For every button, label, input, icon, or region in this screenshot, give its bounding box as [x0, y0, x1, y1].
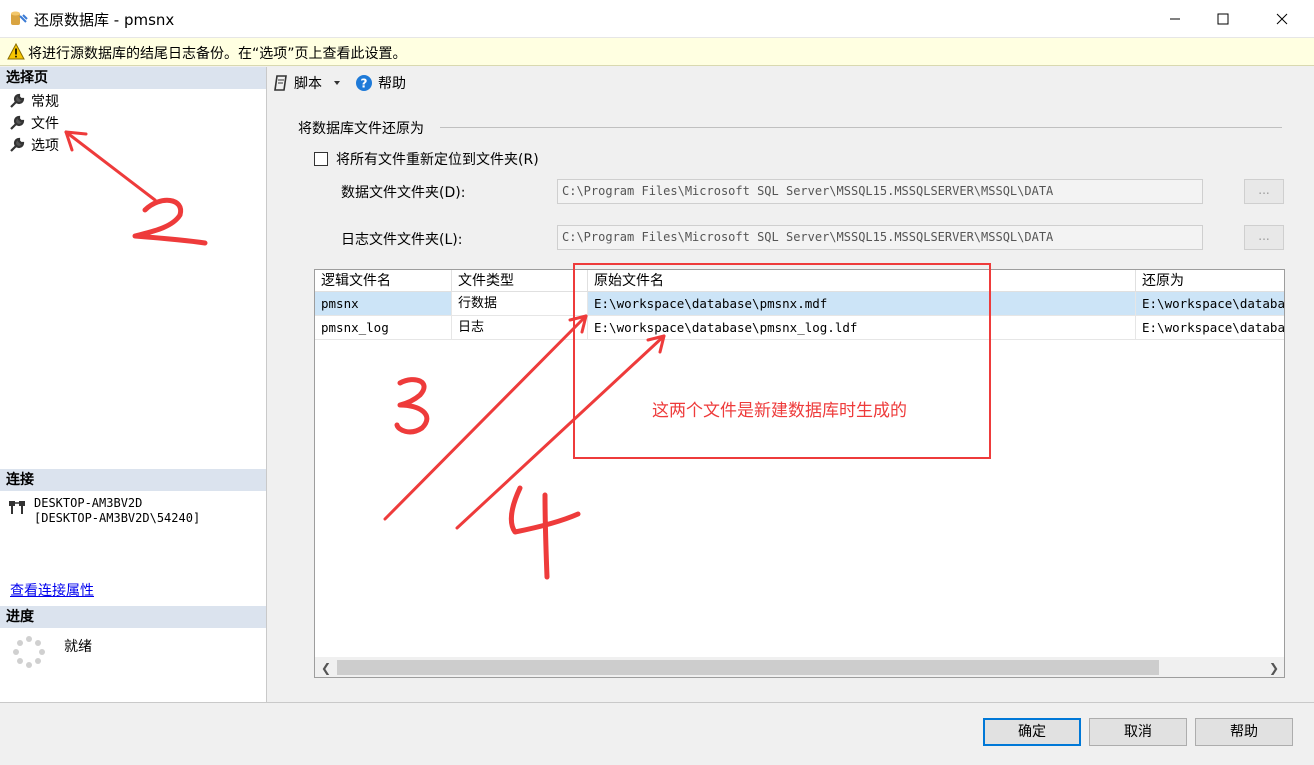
page-item-label: 常规: [31, 94, 59, 110]
scrollbar-thumb[interactable]: [337, 660, 1159, 675]
warning-icon: [7, 43, 25, 60]
page-item-label: 文件: [31, 116, 59, 132]
data-folder-label: 数据文件文件夹(D):: [341, 185, 466, 201]
title-bar: 还原数据库 - pmsnx: [0, 0, 1314, 38]
relocate-all-files-checkbox[interactable]: [314, 152, 328, 166]
dropdown-arrow-icon[interactable]: [332, 79, 342, 87]
progress-spinner-icon: [13, 636, 45, 668]
close-icon: [1276, 13, 1288, 25]
page-item-general[interactable]: 常规: [8, 91, 59, 111]
cell-logical-name[interactable]: pmsnx_log: [315, 316, 452, 340]
scroll-right-icon[interactable]: ❯: [1269, 661, 1279, 675]
cancel-button[interactable]: 取消: [1089, 718, 1187, 746]
help-button[interactable]: 帮助: [1195, 718, 1293, 746]
help-icon: ?: [356, 75, 372, 91]
page-item-options[interactable]: 选项: [8, 135, 59, 155]
annotation-box: [573, 263, 991, 459]
column-logical-name[interactable]: 逻辑文件名: [315, 270, 452, 292]
wrench-icon: [10, 137, 25, 152]
restore-files-group-title: 将数据库文件还原为: [298, 121, 424, 137]
annotation-note: 这两个文件是新建数据库时生成的: [652, 401, 907, 421]
left-panel: 选择页 常规 文件 选项 连接 DESKTOP-AM3BV2D [DESKTOP…: [0, 67, 267, 702]
page-item-label: 选项: [31, 138, 59, 154]
script-icon: [274, 75, 287, 91]
bottom-divider: [0, 702, 1314, 703]
warning-bar: 将进行源数据库的结尾日志备份。在“选项”页上查看此设置。: [0, 38, 1314, 66]
column-restore-as[interactable]: 还原为: [1136, 270, 1284, 292]
ok-button[interactable]: 确定: [983, 718, 1081, 746]
help-toolbar-button[interactable]: ? 帮助: [355, 73, 406, 93]
view-connection-properties-link[interactable]: 查看连接属性: [10, 580, 94, 600]
script-button[interactable]: 脚本: [272, 73, 342, 93]
connection-icon: [9, 501, 25, 514]
data-folder-browse-button: ...: [1244, 179, 1284, 204]
toolbar: 脚本 ? 帮助: [268, 67, 1314, 97]
progress-status: 就绪: [64, 639, 92, 655]
connection-info: DESKTOP-AM3BV2D [DESKTOP-AM3BV2D\54240]: [34, 496, 200, 526]
cell-logical-name[interactable]: pmsnx: [315, 292, 452, 316]
window-title: 还原数据库 - pmsnx: [34, 11, 175, 29]
log-folder-label: 日志文件文件夹(L):: [341, 232, 463, 248]
restore-database-icon: [11, 11, 28, 25]
wrench-icon: [10, 115, 25, 130]
cell-restore-as[interactable]: E:\workspace\database\pmsnx_log.ldf: [1136, 316, 1284, 340]
minimize-icon: [1170, 18, 1180, 20]
close-button[interactable]: [1259, 0, 1305, 38]
cell-file-type[interactable]: 日志: [452, 316, 588, 340]
cell-restore-as[interactable]: E:\workspace\database\pmsnx.mdf: [1136, 292, 1284, 316]
horizontal-scrollbar[interactable]: ❮ ❯: [315, 657, 1284, 677]
connection-header: 连接: [0, 469, 266, 491]
maximize-button[interactable]: [1200, 0, 1246, 38]
cell-file-type[interactable]: 行数据: [452, 292, 588, 316]
maximize-icon: [1217, 13, 1229, 25]
data-folder-field: C:\Program Files\Microsoft SQL Server\MS…: [557, 179, 1203, 204]
group-divider: [440, 127, 1282, 128]
log-folder-browse-button: ...: [1244, 225, 1284, 250]
progress-header: 进度: [0, 606, 266, 628]
relocate-all-files-label: 将所有文件重新定位到文件夹(R): [336, 152, 539, 168]
log-folder-field: C:\Program Files\Microsoft SQL Server\MS…: [557, 225, 1203, 250]
help-label: 帮助: [378, 76, 406, 92]
minimize-button[interactable]: [1152, 0, 1198, 38]
relocate-all-files-checkbox-row[interactable]: 将所有文件重新定位到文件夹(R): [314, 149, 539, 169]
script-label: 脚本: [294, 76, 322, 92]
warning-text: 将进行源数据库的结尾日志备份。在“选项”页上查看此设置。: [28, 46, 407, 62]
page-item-files[interactable]: 文件: [8, 113, 59, 133]
column-file-type[interactable]: 文件类型: [452, 270, 588, 292]
svg-text:?: ?: [361, 77, 368, 91]
connection-server: DESKTOP-AM3BV2D: [34, 496, 143, 510]
connection-instance: [DESKTOP-AM3BV2D\54240]: [34, 511, 201, 525]
wrench-icon: [10, 93, 25, 108]
select-page-header: 选择页: [0, 67, 266, 89]
scroll-left-icon[interactable]: ❮: [321, 661, 331, 675]
